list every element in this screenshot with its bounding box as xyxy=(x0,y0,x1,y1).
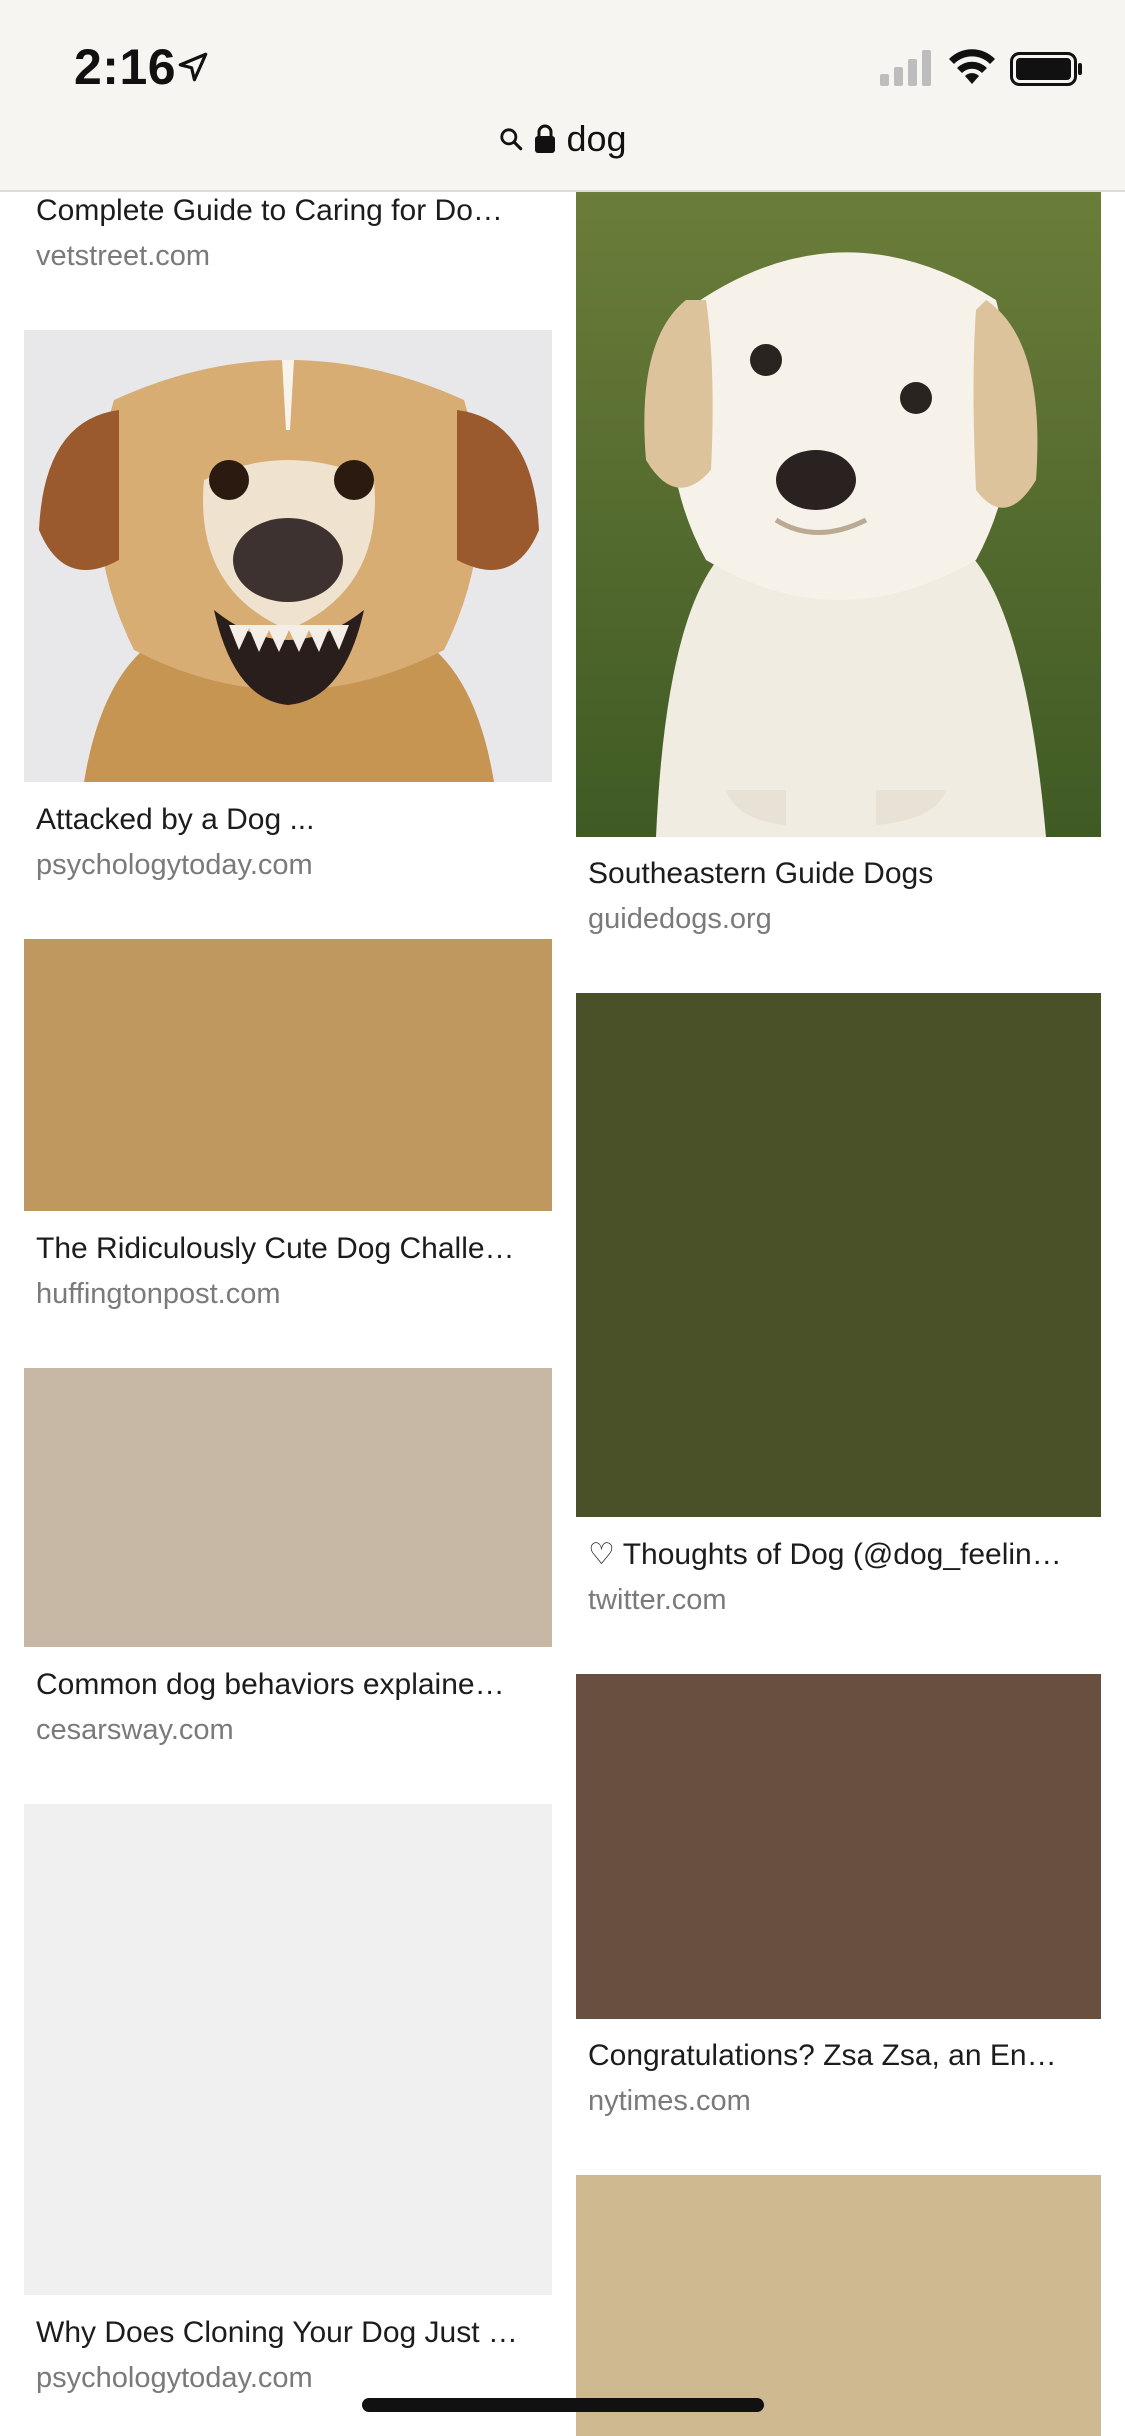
search-query: dog xyxy=(566,118,627,159)
result-source[interactable]: psychologytoday.com xyxy=(36,847,313,883)
result-image-placeholder[interactable] xyxy=(576,2175,1101,2436)
result-source[interactable]: twitter.com xyxy=(588,1582,727,1618)
result-image[interactable] xyxy=(576,190,1101,837)
status-time: 2:16 xyxy=(74,39,177,95)
home-indicator[interactable] xyxy=(362,2398,764,2412)
screen: 2:16 dog Complete Guide to Caring for Do… xyxy=(0,0,1125,2436)
battery-icon xyxy=(1010,52,1082,86)
result-image-placeholder[interactable] xyxy=(24,1368,552,1647)
location-arrow-icon xyxy=(178,52,208,82)
result-title[interactable]: Southeastern Guide Dogs xyxy=(588,856,1098,892)
result-title[interactable]: ♡ Thoughts of Dog (@dog_feelin… xyxy=(588,1537,1098,1573)
result-image-placeholder[interactable] xyxy=(24,939,552,1211)
result-source[interactable]: cesarsway.com xyxy=(36,1712,234,1748)
result-source[interactable]: nytimes.com xyxy=(588,2083,751,2119)
result-title[interactable]: Attacked by a Dog ... xyxy=(36,802,546,838)
result-source[interactable]: psychologytoday.com xyxy=(36,2360,313,2396)
result-title[interactable]: Congratulations? Zsa Zsa, an En… xyxy=(588,2038,1098,2074)
result-image-placeholder[interactable] xyxy=(24,1804,552,2295)
result-title[interactable]: The Ridiculously Cute Dog Challe… xyxy=(36,1231,546,1267)
result-source[interactable]: huffingtonpost.com xyxy=(36,1276,281,1312)
result-image[interactable] xyxy=(24,330,552,782)
result-title[interactable]: Why Does Cloning Your Dog Just … xyxy=(36,2315,546,2351)
result-source[interactable]: vetstreet.com xyxy=(36,238,210,274)
browser-top-bar: 2:16 dog xyxy=(0,0,1125,192)
result-source[interactable]: guidedogs.org xyxy=(588,901,772,937)
cellular-signal-icon xyxy=(880,50,931,86)
result-title[interactable]: Common dog behaviors explaine… xyxy=(36,1667,546,1703)
result-title[interactable]: Complete Guide to Caring for Do… xyxy=(36,193,546,229)
url-bar[interactable]: dog xyxy=(0,118,1125,168)
wifi-icon xyxy=(949,49,995,84)
search-icon xyxy=(500,128,523,151)
result-image-placeholder[interactable] xyxy=(576,1674,1101,2019)
result-image-placeholder[interactable] xyxy=(576,993,1101,1517)
lock-icon xyxy=(535,124,556,153)
